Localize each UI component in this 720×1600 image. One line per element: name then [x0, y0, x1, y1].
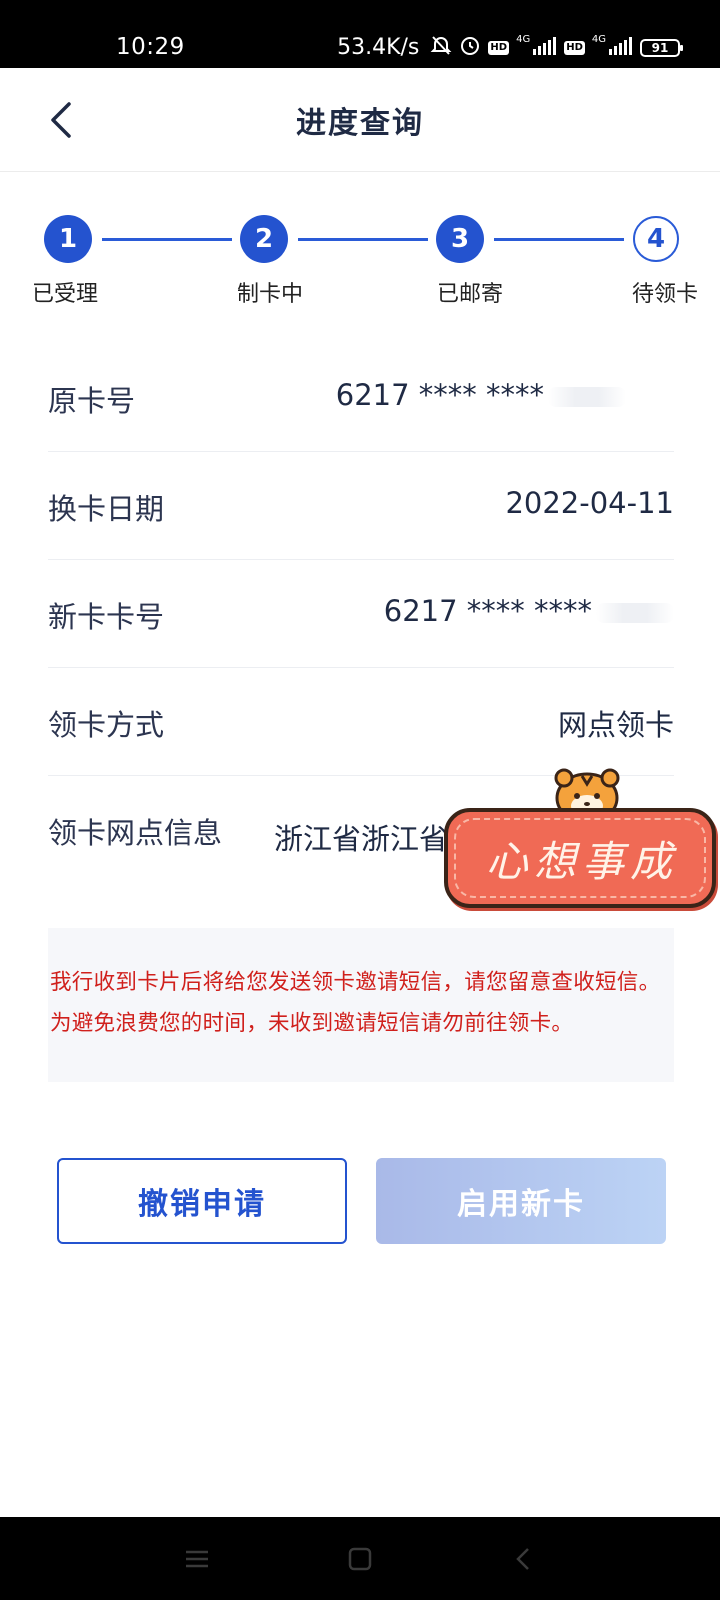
- notice-text: 我行收到卡片后将给您发送领卡邀请短信，请您留意查收短信。为避免浪费您的时间，未收…: [50, 970, 661, 1036]
- sticker-text: 心想事成: [485, 837, 678, 886]
- network-type-2: 4G: [591, 34, 606, 45]
- cancel-application-button[interactable]: 撤销申请: [57, 1158, 347, 1244]
- exchange-date-value: 2022-04-11: [505, 486, 674, 520]
- step-connector: [494, 238, 624, 241]
- step-connector: [298, 238, 428, 241]
- system-nav-bar: [0, 1517, 720, 1600]
- step-4-label: 待领卡: [631, 282, 698, 307]
- step-2-label: 制卡中: [236, 282, 303, 307]
- status-icons: 53.4K/s HD 4G HD 4G 91: [337, 34, 683, 61]
- step-3-label: 已邮寄: [436, 282, 503, 307]
- status-time: 10:29: [116, 34, 185, 60]
- network-speed: 53.4K/s: [337, 35, 420, 60]
- info-row-pickup-method: 领卡方式 网点领卡: [48, 668, 674, 776]
- outlet-value: 浙江省浙江省: [274, 822, 449, 856]
- progress-steps: 1 2 3 4 已受理 制卡中 已邮寄 待领卡: [0, 172, 720, 322]
- signal-icon-2: [609, 36, 633, 60]
- pickup-method-label: 领卡方式: [48, 708, 165, 742]
- back-triangle-icon: [516, 1548, 529, 1570]
- notice-box: 我行收到卡片后将给您发送领卡邀请短信，请您留意查收短信。为避免浪费您的时间，未收…: [48, 928, 674, 1082]
- step-1-circle: 1: [45, 216, 91, 262]
- step-4-circle: 4: [633, 216, 679, 262]
- info-row-original-card: 原卡号 6217 **** ****: [48, 344, 674, 452]
- sticker-overlay[interactable]: 心想事成: [444, 764, 720, 914]
- new-card-number: 6217 **** ****: [383, 594, 592, 628]
- info-row-exchange-date: 换卡日期 2022-04-11: [48, 452, 674, 560]
- pickup-method-value: 网点领卡: [557, 708, 674, 742]
- step-1-label: 已受理: [31, 282, 98, 307]
- mute-bell-icon: [430, 34, 452, 61]
- status-bar: 10:29 53.4K/s HD 4G HD 4G 91: [0, 0, 720, 68]
- network-type-1: 4G: [516, 34, 531, 45]
- home-square-icon: [348, 1547, 372, 1571]
- info-row-new-card: 新卡卡号 6217 **** ****: [48, 560, 674, 668]
- menu-icon: [186, 1550, 208, 1568]
- activate-new-card-button[interactable]: 启用新卡: [376, 1158, 666, 1244]
- hd-badge-2: HD: [564, 40, 585, 55]
- original-card-label: 原卡号: [48, 384, 136, 418]
- menu-nav-button[interactable]: [177, 1539, 217, 1579]
- masked-digits: [548, 387, 626, 407]
- step-2-circle: 2: [241, 216, 287, 262]
- exchange-date-label: 换卡日期: [48, 492, 165, 526]
- page-title: 进度查询: [296, 106, 424, 141]
- header-bar: 进度查询: [0, 68, 720, 172]
- alarm-icon: [459, 34, 481, 61]
- new-card-label: 新卡卡号: [48, 600, 165, 634]
- original-card-number: 6217 **** ****: [335, 378, 544, 412]
- original-card-value: 6217 **** ****: [336, 378, 626, 412]
- hd-badge: HD: [488, 40, 510, 55]
- step-3-circle: 3: [437, 216, 483, 262]
- back-nav-button[interactable]: [503, 1539, 543, 1579]
- signal-icon: [533, 36, 557, 60]
- masked-digits: [596, 603, 674, 623]
- battery-icon: 91: [640, 38, 683, 57]
- new-card-value: 6217 **** ****: [384, 594, 674, 628]
- outlet-label: 领卡网点信息: [48, 816, 223, 850]
- step-connector: [102, 238, 232, 241]
- home-nav-button[interactable]: [340, 1539, 380, 1579]
